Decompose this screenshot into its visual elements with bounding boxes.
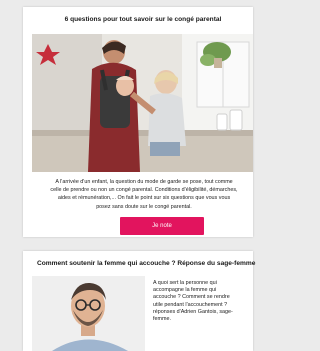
article-image[interactable] <box>32 34 253 172</box>
article-card[interactable]: 6 questions pour tout savoir sur le cong… <box>23 7 253 237</box>
je-note-button[interactable]: Je note <box>120 217 204 235</box>
excerpt-line: A l'arrivée d'un enfant, la question du … <box>55 179 233 185</box>
excerpt-line: A quoi sert la personne qui <box>153 280 217 286</box>
excerpt-line: accompagne la femme qui <box>153 287 217 294</box>
article-title[interactable]: Comment soutenir la femme qui accouche ?… <box>37 260 255 267</box>
excerpt-line: accouche ? Comment se rendre <box>153 294 230 301</box>
article-card[interactable]: Comment soutenir la femme qui accouche ?… <box>23 251 255 351</box>
excerpt-line: femme. <box>153 316 171 323</box>
excerpt-line: utile pendant l'accouchement ? <box>153 301 228 308</box>
excerpt-line: posez sans doute sur le congé parental. <box>96 203 192 210</box>
excerpt-line: celle de prendre ou non un congé parenta… <box>50 187 238 194</box>
excerpt-line: réponses d'Adrien Gantois, sage- <box>153 308 233 315</box>
excerpt-line: aides et rémunération,... On fait le poi… <box>57 195 231 202</box>
article-excerpt: A l'arrivée d'un enfant, la question du … <box>23 178 265 211</box>
article-image[interactable] <box>32 276 145 351</box>
article-title[interactable]: 6 questions pour tout savoir sur le cong… <box>23 16 263 23</box>
article-excerpt: A quoi sert la personne qui accompagne l… <box>153 280 258 323</box>
